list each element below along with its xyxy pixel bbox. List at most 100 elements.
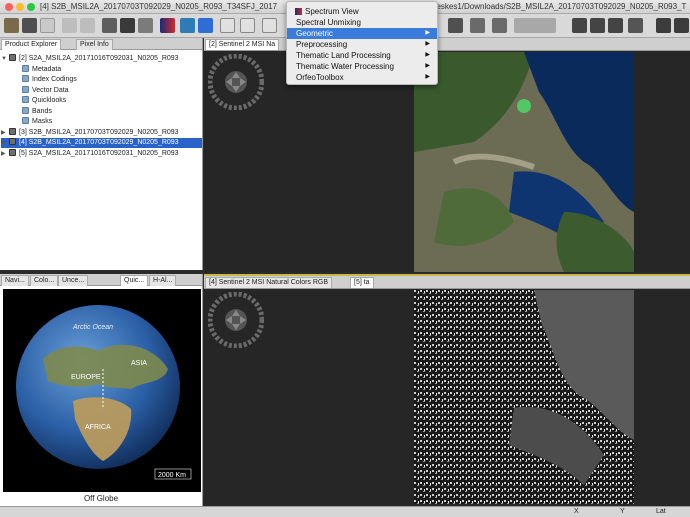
tree-item-label: [5] S2A_MSIL2A_20171016T092031_N0205_R09…: [19, 149, 179, 157]
tab-view-5[interactable]: [5] ta: [350, 277, 374, 288]
band-maths-icon[interactable]: [102, 18, 117, 33]
minimize-window-button[interactable]: [16, 3, 24, 11]
export-icon[interactable]: [180, 18, 195, 33]
folder-icon: [22, 117, 29, 124]
tree-item-label: [2] S2A_MSIL2A_20171016T092031_N0205_R09…: [19, 55, 179, 62]
bottom-view-tabs: [4] Sentinel 2 MSI Natural Colors RGB [5…: [204, 276, 690, 289]
product-icon: [9, 54, 16, 61]
spectrum-icon: [295, 8, 302, 15]
tab-colour[interactable]: Colo...: [30, 275, 59, 286]
redo-icon[interactable]: [80, 18, 95, 33]
status-bar: X Y Lat: [0, 506, 690, 517]
navigation-wheel-icon[interactable]: [208, 292, 264, 348]
pixel-pos-icon[interactable]: [628, 18, 643, 33]
tree-item-label: Metadata: [32, 65, 62, 73]
africa-label: AFRICA: [85, 424, 111, 431]
window-title: [4] S2B_MSIL2A_20170703T092029_N0205_R09…: [40, 2, 278, 11]
histogram-icon[interactable]: [120, 18, 135, 33]
tree-item-label: Quicklooks: [32, 97, 67, 104]
folder-icon: [22, 106, 29, 114]
close-window-button[interactable]: [5, 3, 13, 11]
sync-views-icon[interactable]: [470, 18, 485, 33]
tree-item-label: [4] S2B_MSIL2A_20170703T092029_N0205_R09…: [19, 139, 179, 146]
undo-icon[interactable]: [62, 18, 77, 33]
tree-folder-item[interactable]: Metadata: [14, 64, 202, 75]
eurasia-landmass: [43, 344, 168, 389]
product-icon: [9, 138, 16, 145]
tab-natural-colors[interactable]: [4] Sentinel 2 MSI Natural Colors RGB: [205, 277, 333, 288]
navigation-wheel-icon[interactable]: [208, 54, 264, 110]
sync-cursor-icon[interactable]: [448, 18, 463, 33]
bottom-image-view[interactable]: [4] Sentinel 2 MSI Natural Colors RGB [5…: [204, 274, 690, 506]
world-view-panel: Navi... Colo... Unce... Quic... H-Al... …: [0, 274, 203, 506]
top-view-tabs: [2] Sentinel 2 MSI Na: [204, 38, 690, 51]
tab-pixel-info[interactable]: Pixel Info: [76, 39, 113, 50]
tab-navigation[interactable]: Navi...: [1, 275, 29, 286]
tab-quicklook[interactable]: Quic...: [120, 275, 149, 286]
europe-label: EUROPE: [71, 374, 101, 381]
folder-icon: [22, 85, 29, 93]
top-image-view[interactable]: [2] Sentinel 2 MSI Na: [204, 38, 690, 272]
zoom-tool-icon[interactable]: [220, 18, 235, 33]
submenu-arrow-icon: ▶: [425, 52, 430, 58]
open-product-icon[interactable]: [4, 18, 19, 33]
expand-triangle-right-icon[interactable]: ▶: [1, 138, 9, 148]
tree-product-item[interactable]: ▶ [3] S2B_MSIL2A_20170703T092029_N0205_R0…: [1, 127, 202, 138]
status-x-label: X: [574, 508, 579, 515]
tab-uncertainty[interactable]: Unce...: [58, 275, 89, 286]
spectrum-icon[interactable]: [160, 18, 175, 33]
tab-top-view[interactable]: [2] Sentinel 2 MSI Na: [205, 39, 280, 50]
expand-triangle-down-icon[interactable]: ▼: [1, 54, 9, 64]
select-tool-icon[interactable]: [240, 18, 255, 33]
pan-hand-icon[interactable]: [656, 18, 671, 33]
menu-item-label: Preprocessing: [296, 40, 348, 49]
scale-label: 2000 Km: [158, 472, 186, 479]
menu-item-label: Geometric: [296, 29, 333, 38]
new-icon[interactable]: [40, 18, 55, 33]
magic-wand-icon[interactable]: [590, 18, 605, 33]
layer-icon[interactable]: [198, 18, 213, 33]
tree-folder-item[interactable]: Vector Data: [14, 85, 202, 96]
world-map-icon[interactable]: [572, 18, 587, 33]
tree-product-item[interactable]: ▼ [2] S2A_MSIL2A_20171016T092031_N0205_R0…: [1, 54, 202, 64]
tab-product-explorer[interactable]: Product Explorer: [1, 39, 62, 50]
menu-item-spectrum-view[interactable]: Spectrum View: [287, 6, 437, 17]
folder-icon: [22, 96, 29, 103]
window-title-path: aeskes1/Downloads/S2B_MSIL2A_20170703T09…: [432, 2, 687, 11]
expand-triangle-right-icon[interactable]: ▶: [1, 149, 9, 159]
menu-item-thematic-land-processing[interactable]: Thematic Land Processing ▶: [287, 50, 437, 61]
submenu-arrow-icon: ▶: [425, 30, 430, 36]
menu-item-label: Spectrum View: [305, 7, 359, 16]
menu-item-geometric[interactable]: Geometric ▶: [287, 28, 437, 39]
tree-item-label: Masks: [32, 118, 53, 125]
tree-folder-item[interactable]: Quicklooks: [14, 96, 202, 106]
folder-icon: [22, 64, 29, 72]
globe-caption: Off Globe: [83, 494, 119, 503]
tree-product-item[interactable]: ▶ [5] S2A_MSIL2A_20171016T092031_N0205_R0…: [1, 148, 202, 159]
maximize-window-button[interactable]: [27, 3, 35, 11]
world-wind-globe-view[interactable]: Arctic Ocean EUROPE ASIA AFRICA 2000 Km: [3, 289, 201, 492]
menu-item-preprocessing[interactable]: Preprocessing ▶: [287, 39, 437, 50]
folder-icon: [22, 75, 29, 82]
range-finder-icon[interactable]: [608, 18, 623, 33]
tab-h-alpha[interactable]: H-Al...: [149, 275, 177, 286]
menu-item-orfeotoolbox[interactable]: OrfeoToolbox ▶: [287, 72, 437, 83]
draw-tool-icon[interactable]: [262, 18, 277, 33]
expand-triangle-right-icon[interactable]: ▶: [1, 128, 9, 138]
satellite-rgb-image: [414, 52, 634, 272]
menu-item-label: Thematic Land Processing: [296, 51, 391, 60]
scatter-icon[interactable]: [138, 18, 153, 33]
tile-views-icon[interactable]: [514, 18, 556, 33]
pin-icon[interactable]: [492, 18, 507, 33]
menu-item-thematic-water-processing[interactable]: Thematic Water Processing ▶: [287, 61, 437, 72]
tree-folder-item[interactable]: Masks: [14, 117, 202, 127]
product-explorer-panel: Product Explorer Pixel Info ▼ [2] S2A_MSI…: [0, 38, 203, 270]
tree-product-item[interactable]: ▶ [4] S2B_MSIL2A_20170703T092029_N0205_R0…: [1, 138, 202, 148]
zoom-magnifier-icon[interactable]: [674, 18, 689, 33]
submenu-arrow-icon: ▶: [425, 74, 430, 80]
save-icon[interactable]: [22, 18, 37, 33]
menu-item-label: OrfeoToolbox: [296, 73, 344, 82]
tree-folder-item[interactable]: Bands: [14, 106, 202, 117]
menu-item-spectral-unmixing[interactable]: Spectral Unmixing: [287, 17, 437, 28]
tree-folder-item[interactable]: Index Codings: [14, 75, 202, 85]
